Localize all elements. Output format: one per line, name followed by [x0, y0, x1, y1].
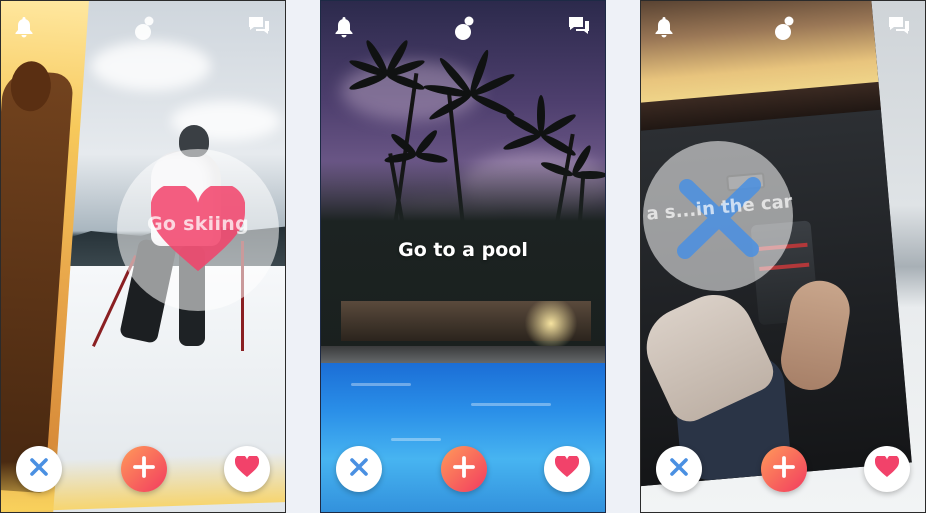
phone-screen-pool: Go to a pool	[320, 0, 606, 513]
nope-button[interactable]	[16, 446, 62, 492]
bell-icon[interactable]	[13, 15, 35, 43]
card-title: Go to a pool	[398, 239, 528, 261]
plus-icon	[132, 455, 156, 483]
add-button[interactable]	[121, 446, 167, 492]
plus-icon	[452, 455, 476, 483]
like-button[interactable]	[544, 446, 590, 492]
add-button[interactable]	[761, 446, 807, 492]
cloud	[91, 41, 211, 91]
app-logo-icon[interactable]	[133, 15, 155, 47]
like-button[interactable]	[864, 446, 910, 492]
bell-icon[interactable]	[653, 15, 675, 43]
plus-icon	[772, 455, 796, 483]
chat-icon[interactable]	[247, 15, 271, 41]
chat-icon[interactable]	[887, 15, 911, 41]
nope-button[interactable]	[656, 446, 702, 492]
nope-button[interactable]	[336, 446, 382, 492]
app-logo-icon[interactable]	[453, 15, 475, 47]
like-button[interactable]	[224, 446, 270, 492]
x-icon	[28, 456, 50, 482]
x-icon	[348, 456, 370, 482]
card-title: Go skiing	[146, 213, 250, 235]
x-icon	[668, 456, 690, 482]
lamp-glow	[521, 301, 581, 346]
bell-icon[interactable]	[333, 15, 355, 43]
heart-icon	[554, 454, 580, 482]
phone-screen-skiing: Go skiing	[0, 0, 286, 513]
heart-icon	[874, 454, 900, 482]
phone-screen-car: r a s...in the car	[640, 0, 926, 513]
chat-icon[interactable]	[567, 15, 591, 41]
add-button[interactable]	[441, 446, 487, 492]
heart-icon	[234, 454, 260, 482]
app-logo-icon[interactable]	[773, 15, 795, 47]
